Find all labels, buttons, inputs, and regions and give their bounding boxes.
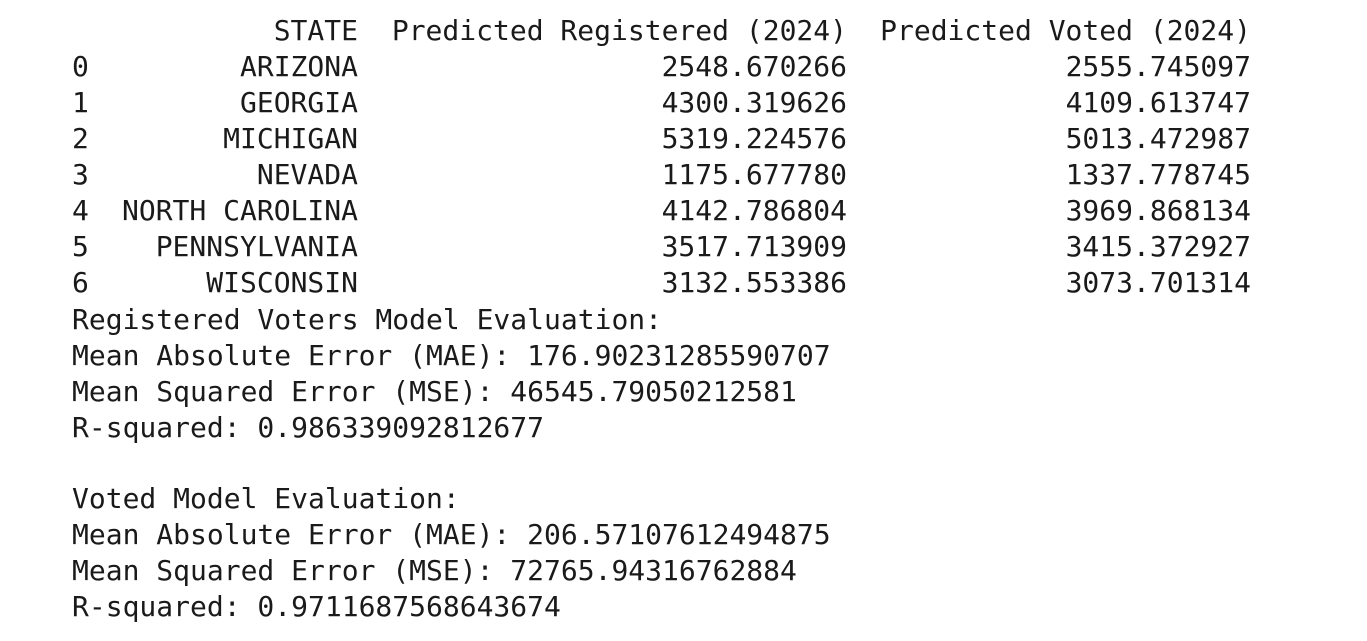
row-index: 3 xyxy=(72,158,89,191)
table-row: 1 GEORGIA 4300.319626 4109.613747 xyxy=(72,86,1272,122)
table-row: 4 NORTH CAROLINA 4142.786804 3969.868134 xyxy=(72,194,1272,230)
header-state: STATE xyxy=(273,14,358,47)
row-index: 6 xyxy=(72,266,89,299)
registered-eval-r2: R-squared: 0.986339092812677 xyxy=(72,411,545,444)
row-registered: 3517.713909 xyxy=(661,230,847,263)
row-state: ARIZONA xyxy=(239,50,358,83)
table-row: 2 MICHIGAN 5319.224576 5013.472987 xyxy=(72,122,1272,158)
row-voted: 3415.372927 xyxy=(1065,230,1251,263)
registered-eval-mse: Mean Squared Error (MSE): 46545.79050212… xyxy=(72,375,797,408)
voted-eval-mse: Mean Squared Error (MSE): 72765.94316762… xyxy=(72,554,797,587)
table-row: 3 NEVADA 1175.677780 1337.778745 xyxy=(72,158,1272,194)
voted-eval-r2: R-squared: 0.9711687568643674 xyxy=(72,590,561,623)
header-predicted-voted: Predicted Voted (2024) xyxy=(880,14,1251,47)
row-index: 1 xyxy=(72,86,89,119)
row-registered: 4300.319626 xyxy=(661,86,847,119)
table-row: 0 ARIZONA 2548.670266 2555.745097 xyxy=(72,50,1272,86)
row-state: MICHIGAN xyxy=(223,122,358,155)
row-voted: 4109.613747 xyxy=(1065,86,1251,119)
row-registered: 5319.224576 xyxy=(661,122,847,155)
row-index: 2 xyxy=(72,122,89,155)
registered-eval-heading: Registered Voters Model Evaluation: xyxy=(72,303,663,336)
row-state: GEORGIA xyxy=(239,86,358,119)
row-registered: 3132.553386 xyxy=(661,266,847,299)
row-voted: 3969.868134 xyxy=(1065,194,1251,227)
row-registered: 2548.670266 xyxy=(661,50,847,83)
row-index: 4 xyxy=(72,194,89,227)
voted-eval-heading: Voted Model Evaluation: xyxy=(72,482,460,515)
row-index: 0 xyxy=(72,50,89,83)
row-registered: 4142.786804 xyxy=(661,194,847,227)
registered-eval-mae: Mean Absolute Error (MAE): 176.902312855… xyxy=(72,339,831,372)
row-voted: 2555.745097 xyxy=(1065,50,1251,83)
row-index: 5 xyxy=(72,230,89,263)
row-voted: 3073.701314 xyxy=(1065,266,1251,299)
table-header: STATE Predicted Registered (2024) Predic… xyxy=(72,14,1272,50)
voted-eval-mae: Mean Absolute Error (MAE): 206.571076124… xyxy=(72,518,831,551)
row-voted: 5013.472987 xyxy=(1065,122,1251,155)
table-row: 6 WISCONSIN 3132.553386 3073.701314 xyxy=(72,266,1272,302)
header-predicted-registered: Predicted Registered (2024) xyxy=(391,14,847,47)
row-voted: 1337.778745 xyxy=(1065,158,1251,191)
row-state: NORTH CAROLINA xyxy=(121,194,358,227)
row-state: PENNSYLVANIA xyxy=(155,230,358,263)
row-registered: 1175.677780 xyxy=(661,158,847,191)
row-state: WISCONSIN xyxy=(206,266,358,299)
table-row: 5 PENNSYLVANIA 3517.713909 3415.372927 xyxy=(72,230,1272,266)
row-state: NEVADA xyxy=(256,158,358,191)
